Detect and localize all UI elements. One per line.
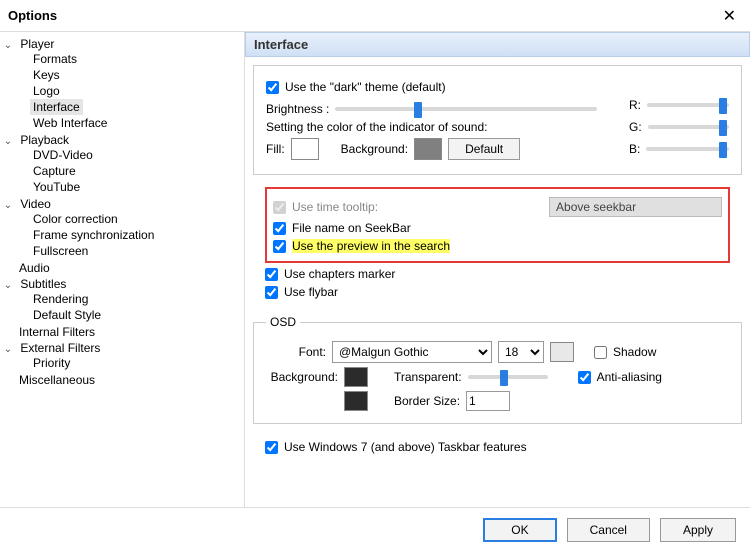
antialias-checkbox[interactable] bbox=[578, 371, 591, 384]
tree-item-web-interface[interactable]: Web Interface bbox=[30, 115, 242, 131]
osd-legend: OSD bbox=[266, 315, 300, 329]
r-label: R: bbox=[629, 98, 641, 112]
flybar-label[interactable]: Use flybar bbox=[284, 285, 338, 299]
apply-button[interactable]: Apply bbox=[660, 518, 736, 542]
dialog-buttons: OK Cancel Apply bbox=[0, 507, 750, 552]
font-label: Font: bbox=[266, 345, 326, 359]
g-slider[interactable] bbox=[648, 125, 729, 129]
dark-theme-checkbox[interactable] bbox=[266, 81, 279, 94]
tree-item-frame-sync[interactable]: Frame synchronization bbox=[30, 227, 242, 243]
shadow-label[interactable]: Shadow bbox=[613, 345, 656, 359]
chevron-down-icon[interactable]: ⌄ bbox=[2, 40, 14, 51]
main-panel: Interface Use the "dark" theme (default)… bbox=[245, 32, 750, 512]
brightness-slider[interactable] bbox=[335, 107, 597, 111]
bg-swatch[interactable] bbox=[414, 138, 442, 160]
tree-item-capture[interactable]: Capture bbox=[30, 163, 242, 179]
osd-bg-label: Background: bbox=[266, 370, 338, 384]
fill-label: Fill: bbox=[266, 142, 285, 156]
brightness-label: Brightness : bbox=[266, 102, 329, 116]
border-size-input[interactable] bbox=[466, 391, 510, 411]
cancel-button[interactable]: Cancel bbox=[567, 518, 650, 542]
tree-node-player[interactable]: ⌄ Player Formats Keys Logo Interface Web… bbox=[2, 36, 242, 132]
tree-item-youtube[interactable]: YouTube bbox=[30, 179, 242, 195]
tree-node-external-filters[interactable]: ⌄ External Filters Priority bbox=[2, 340, 242, 372]
default-button[interactable]: Default bbox=[448, 138, 520, 160]
indicator-color-label: Setting the color of the indicator of so… bbox=[266, 120, 487, 134]
container: ⌄ Player Formats Keys Logo Interface Web… bbox=[0, 32, 750, 512]
flybar-checkbox[interactable] bbox=[265, 286, 278, 299]
chevron-down-icon[interactable]: ⌄ bbox=[2, 136, 14, 147]
transparent-label: Transparent: bbox=[394, 370, 462, 384]
time-tooltip-label: Use time tooltip: bbox=[292, 200, 378, 214]
filename-seekbar-label[interactable]: File name on SeekBar bbox=[292, 221, 411, 235]
tree-item-formats[interactable]: Formats bbox=[30, 51, 242, 67]
tree-node-internal-filters[interactable]: Internal Filters bbox=[2, 324, 242, 340]
font-size-select[interactable]: 18 bbox=[498, 341, 544, 363]
tree-node-audio[interactable]: Audio bbox=[2, 260, 242, 276]
close-icon[interactable]: ✕ bbox=[717, 4, 742, 28]
tree-node-subtitles[interactable]: ⌄ Subtitles Rendering Default Style bbox=[2, 276, 242, 324]
tree-item-keys[interactable]: Keys bbox=[30, 67, 242, 83]
preview-search-label[interactable]: Use the preview in the search bbox=[292, 239, 450, 253]
chevron-down-icon[interactable]: ⌄ bbox=[2, 200, 14, 211]
tree-node-video[interactable]: ⌄ Video Color correction Frame synchroni… bbox=[2, 196, 242, 260]
tree-item-logo[interactable]: Logo bbox=[30, 83, 242, 99]
chevron-down-icon[interactable]: ⌄ bbox=[2, 344, 14, 355]
b-slider[interactable] bbox=[646, 147, 729, 151]
taskbar-checkbox[interactable] bbox=[265, 441, 278, 454]
filename-seekbar-checkbox[interactable] bbox=[273, 222, 286, 235]
titlebar: Options ✕ bbox=[0, 0, 750, 32]
transparent-slider[interactable] bbox=[468, 375, 548, 379]
font-select[interactable]: @Malgun Gothic bbox=[332, 341, 492, 363]
tree-item-dvd[interactable]: DVD-Video bbox=[30, 147, 242, 163]
g-label: G: bbox=[629, 120, 642, 134]
tree-item-interface[interactable]: Interface bbox=[30, 99, 242, 115]
tree-item-color-correction[interactable]: Color correction bbox=[30, 211, 242, 227]
dark-theme-label[interactable]: Use the "dark" theme (default) bbox=[285, 80, 446, 94]
font-color-swatch[interactable] bbox=[550, 342, 574, 362]
chapters-marker-checkbox[interactable] bbox=[265, 268, 278, 281]
preview-search-checkbox[interactable] bbox=[273, 240, 286, 253]
osd-border-swatch[interactable] bbox=[344, 391, 368, 411]
border-size-label: Border Size: bbox=[394, 394, 460, 408]
seekbar-highlight-box: Use time tooltip: Above seekbar File nam… bbox=[265, 187, 730, 263]
tree-node-misc[interactable]: Miscellaneous bbox=[2, 372, 242, 388]
tree-item-priority[interactable]: Priority bbox=[30, 355, 242, 371]
taskbar-label[interactable]: Use Windows 7 (and above) Taskbar featur… bbox=[284, 440, 527, 454]
chapters-marker-label[interactable]: Use chapters marker bbox=[284, 267, 395, 281]
window-title: Options bbox=[8, 8, 57, 23]
b-label: B: bbox=[629, 142, 640, 156]
tooltip-position-select: Above seekbar bbox=[549, 197, 722, 217]
osd-bg-swatch[interactable] bbox=[344, 367, 368, 387]
r-slider[interactable] bbox=[647, 103, 729, 107]
fill-swatch[interactable] bbox=[291, 138, 319, 160]
osd-fieldset: OSD Font: @Malgun Gothic 18 Shadow Backg… bbox=[253, 315, 742, 424]
tree-item-fullscreen[interactable]: Fullscreen bbox=[30, 243, 242, 259]
time-tooltip-checkbox bbox=[273, 201, 286, 214]
chevron-down-icon[interactable]: ⌄ bbox=[2, 280, 14, 291]
bg-label: Background: bbox=[341, 142, 408, 156]
sidebar: ⌄ Player Formats Keys Logo Interface Web… bbox=[0, 32, 245, 512]
shadow-checkbox[interactable] bbox=[594, 346, 607, 359]
tree-item-rendering[interactable]: Rendering bbox=[30, 291, 242, 307]
tree-node-playback[interactable]: ⌄ Playback DVD-Video Capture YouTube bbox=[2, 132, 242, 196]
theme-panel: Use the "dark" theme (default) Brightnes… bbox=[253, 65, 742, 175]
section-header: Interface bbox=[245, 32, 750, 57]
tree: ⌄ Player Formats Keys Logo Interface Web… bbox=[2, 36, 242, 388]
tree-item-default-style[interactable]: Default Style bbox=[30, 307, 242, 323]
ok-button[interactable]: OK bbox=[483, 518, 556, 542]
antialias-label[interactable]: Anti-aliasing bbox=[597, 370, 662, 384]
